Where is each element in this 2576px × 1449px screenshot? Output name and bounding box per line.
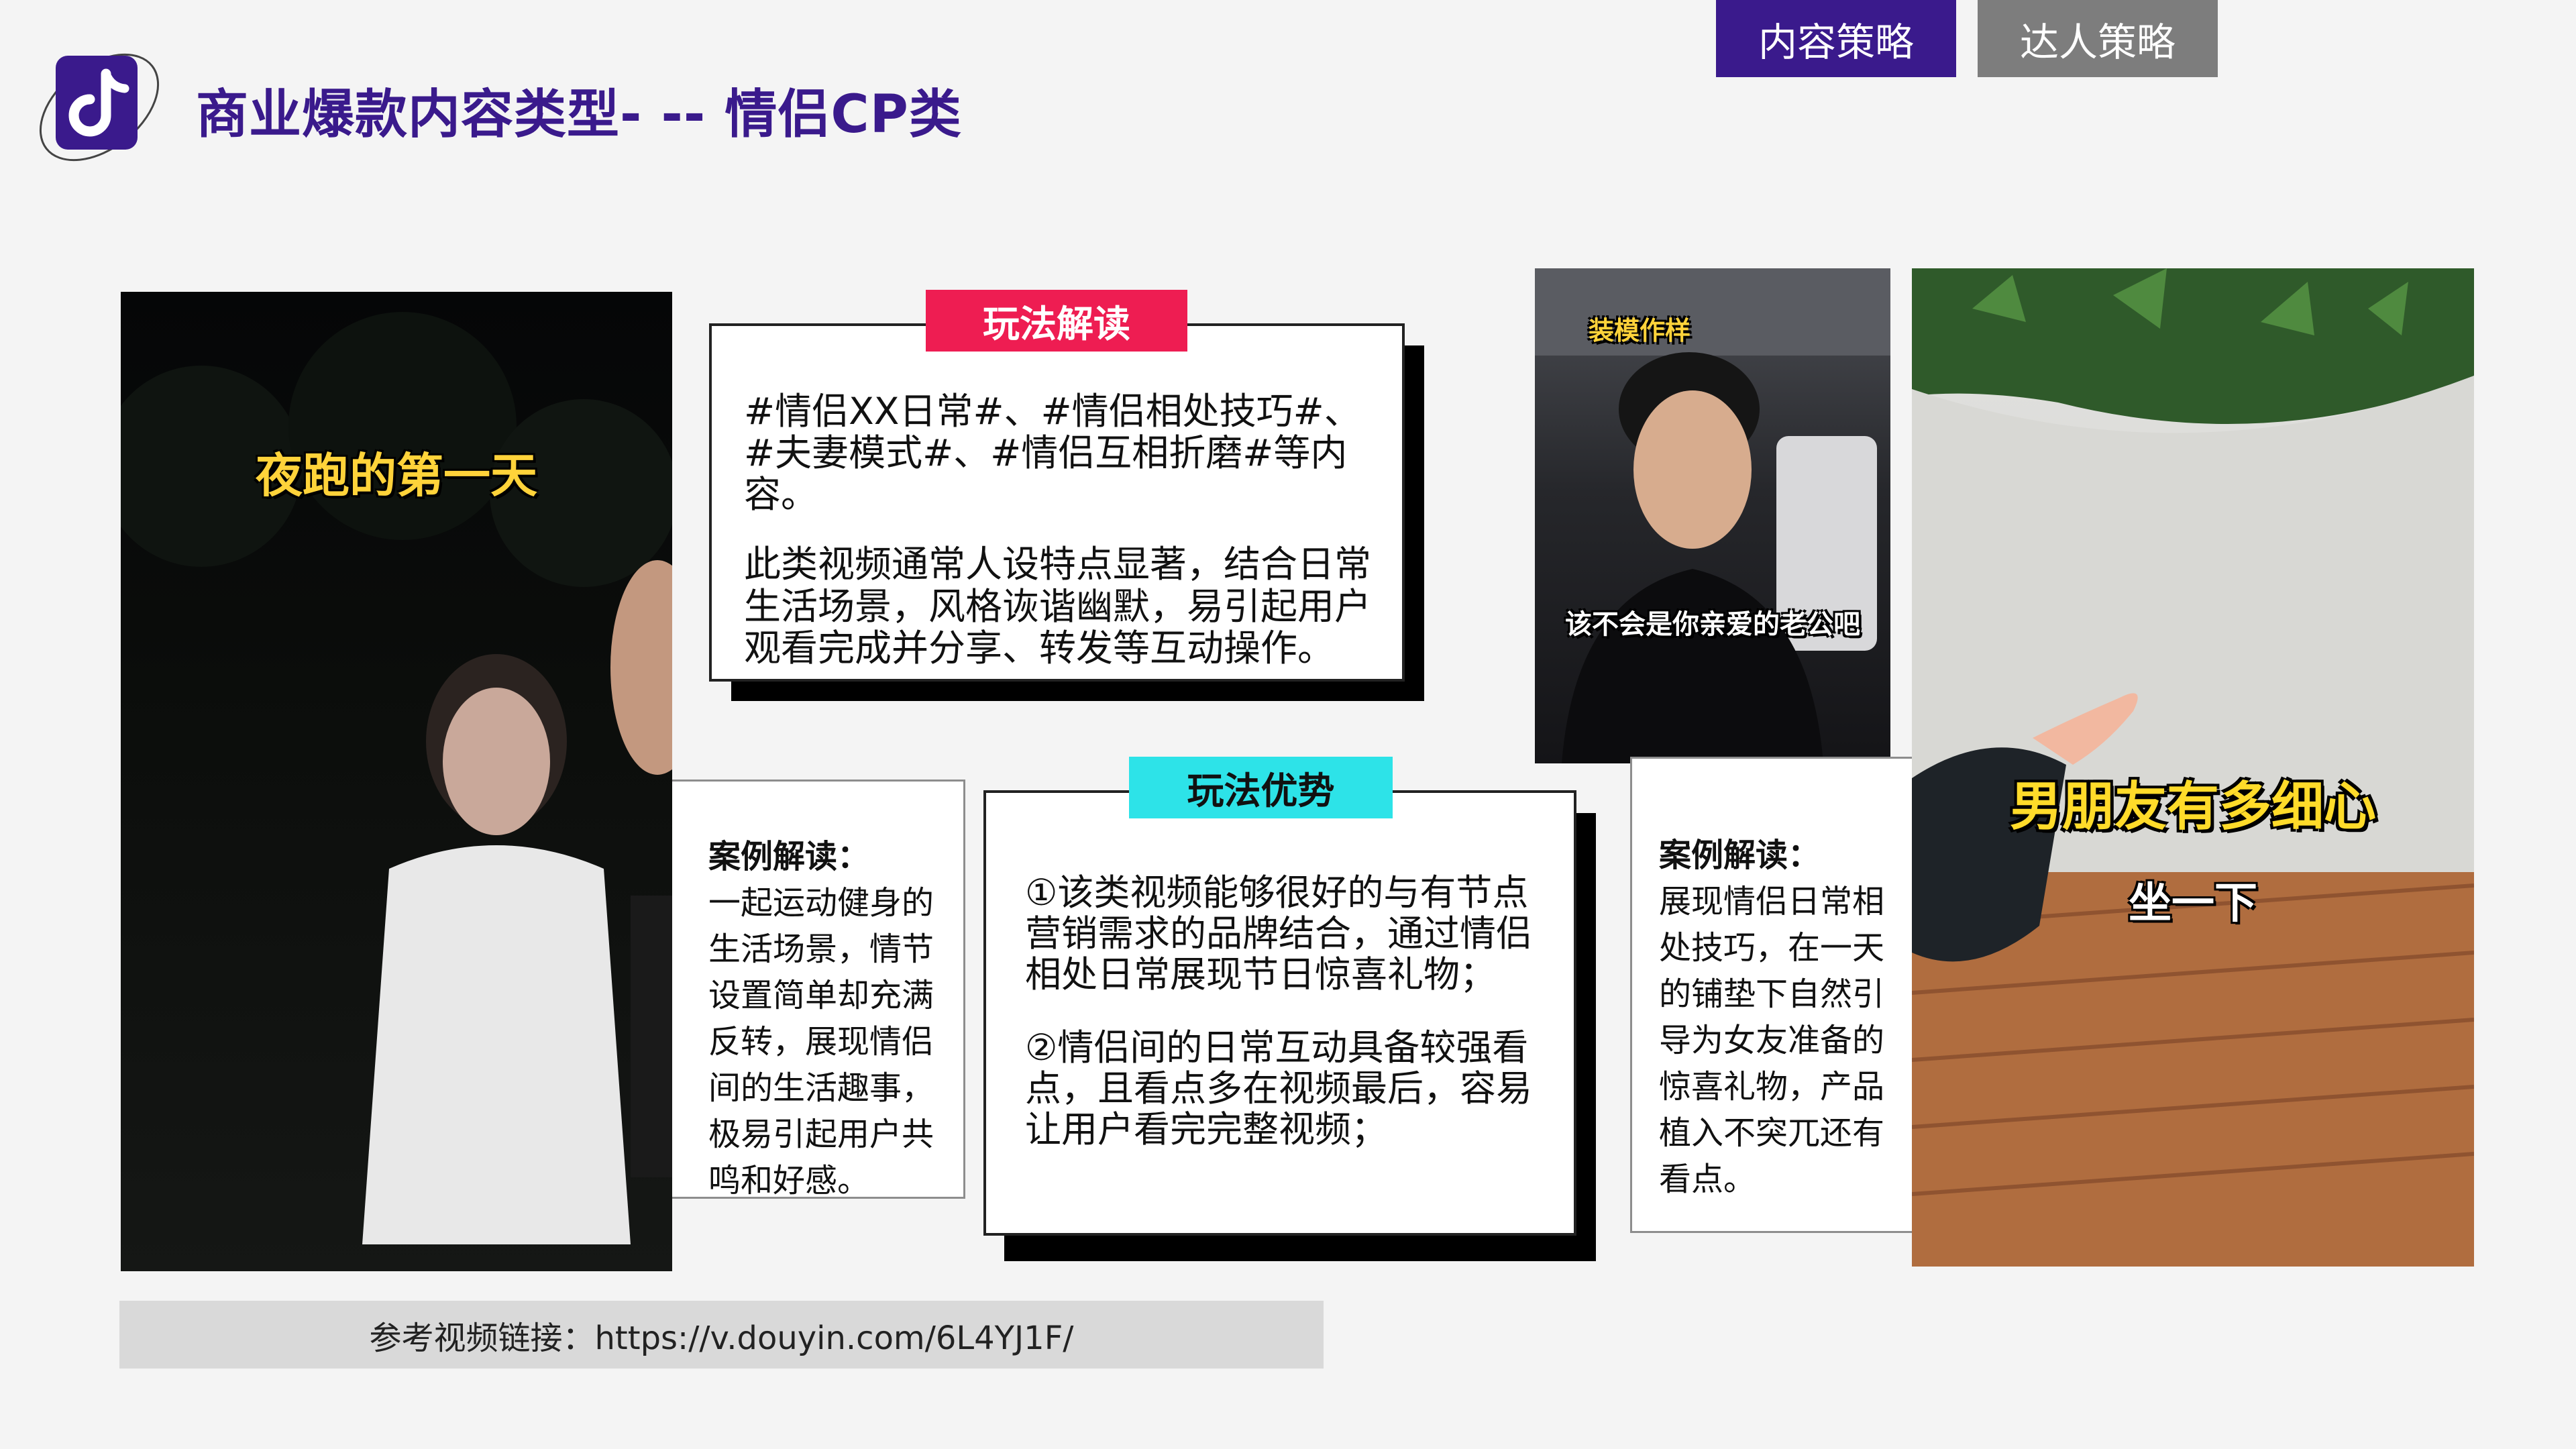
case-analysis-body: 一起运动健身的生活场景，情节设置简单却充满反转，展现情侣间的生活趣事，极易引起用… <box>708 884 934 1199</box>
case-analysis-title: 案例解读： <box>708 838 870 875</box>
gameplay-reading-card: #情侣XX日常#、#情侣相处技巧#、#夫妻模式#、#情侣互相折磨#等内容。 此类… <box>709 323 1405 682</box>
middle-video-caption-top: 装模作样 <box>1589 316 1691 345</box>
tab-label: 内容策略 <box>1758 19 1914 65</box>
case-analysis-title: 案例解读： <box>1659 837 1821 874</box>
gameplay-advantage-point-1: ①该类视频能够很好的与有节点营销需求的品牌结合，通过情侣相处日常展现节日惊喜礼物… <box>1025 871 1532 996</box>
case-analysis-right: 案例解读： 展现情侣日常相处技巧，在一天的铺垫下自然引导为女友准备的惊喜礼物，产… <box>1630 757 1912 1233</box>
case-analysis-body: 展现情侣日常相处技巧，在一天的铺垫下自然引导为女友准备的惊喜礼物，产品植入不突兀… <box>1659 883 1885 1198</box>
gameplay-reading-tags: #情侣XX日常#、#情侣相处技巧#、#夫妻模式#、#情侣互相折磨#等内容。 <box>744 390 1361 517</box>
gameplay-advantage-point-2: ②情侣间的日常互动具备较强看点，且看点多在视频最后，容易让用户看完完整视频； <box>1025 1026 1532 1151</box>
gameplay-advantage-card: ①该类视频能够很好的与有节点营销需求的品牌结合，通过情侣相处日常展现节日惊喜礼物… <box>983 790 1576 1236</box>
page-title: 商业爆款内容类型- -- 情侣CP类 <box>196 85 962 145</box>
gameplay-advantage-label: 玩法优势 <box>1129 757 1393 818</box>
case-analysis-left: 案例解读： 一起运动健身的生活场景，情节设置简单却充满反转，展现情侣间的生活趣事… <box>672 780 965 1199</box>
tab-content-strategy[interactable]: 内容策略 <box>1716 0 1956 77</box>
douyin-logo-icon <box>25 37 170 171</box>
gameplay-reading-description: 此类视频通常人设特点显著，结合日常生活场景，风格诙谐幽默，易引起用户观看完成并分… <box>744 543 1372 669</box>
right-video-caption-sub: 坐一下 <box>2129 879 2257 928</box>
right-video-caption-main: 男朋友有多细心 <box>2009 777 2376 837</box>
reference-link[interactable]: 参考视频链接：https://v.douyin.com/6L4YJ1F/ <box>119 1301 1324 1368</box>
tab-talent-strategy[interactable]: 达人策略 <box>1978 0 2218 77</box>
left-video-caption: 夜跑的第一天 <box>256 448 537 503</box>
case-image-planter-gift: 男朋友有多细心 坐一下 <box>1912 268 2474 1267</box>
case-image-night-run: 夜跑的第一天 <box>121 292 672 1271</box>
middle-video-caption-bottom: 该不会是你亲爱的老公吧 <box>1565 609 1860 640</box>
tab-label: 达人策略 <box>2019 19 2176 65</box>
case-image-car-selfie: 装模作样 该不会是你亲爱的老公吧 <box>1535 268 1890 763</box>
gameplay-reading-label: 玩法解读 <box>926 290 1187 352</box>
